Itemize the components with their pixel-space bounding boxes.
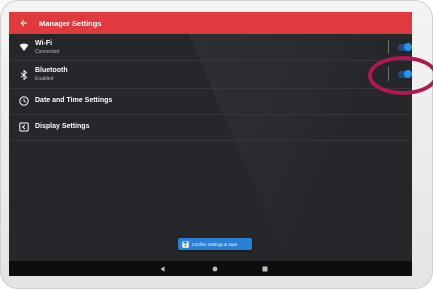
annotation-highlight-circle — [368, 56, 433, 95]
bluetooth-icon — [19, 70, 29, 80]
wifi-title: Wi-Fi — [35, 40, 53, 47]
save-icon — [182, 240, 189, 248]
wifi-icon — [19, 42, 29, 52]
wifi-status: Connected — [35, 49, 60, 55]
app-bar: Manager Settings — [9, 12, 412, 34]
wifi-toggle[interactable] — [398, 43, 412, 51]
date-time-title: Date and Time Settings — [35, 97, 113, 104]
bluetooth-status: Enabled — [35, 76, 54, 82]
page-title: Manager Settings — [39, 18, 102, 28]
display-icon — [19, 122, 29, 132]
settings-row-wifi[interactable]: Wi-Fi Connected — [9, 34, 412, 61]
nav-recents-icon[interactable] — [260, 264, 270, 273]
display-title: Display Settings — [35, 123, 90, 130]
nav-home-icon[interactable] — [210, 264, 220, 273]
bluetooth-title: Bluetooth — [35, 67, 68, 74]
settings-row-display[interactable]: Display Settings — [9, 115, 412, 141]
settings-row-date-time[interactable]: Date and Time Settings — [9, 89, 412, 115]
settings-row-bluetooth[interactable]: Bluetooth Enabled — [9, 61, 412, 89]
clock-icon — [19, 96, 29, 106]
back-arrow-icon[interactable] — [13, 12, 35, 34]
tablet-frame: Manager Settings Wi-Fi Connected Bluetoo… — [0, 0, 433, 289]
confirm-button-label: Confirm Settings & Save — [192, 241, 238, 247]
confirm-settings-save-button[interactable]: Confirm Settings & Save — [178, 238, 252, 250]
row-divider — [388, 40, 389, 54]
system-nav-bar — [9, 261, 412, 276]
nav-back-icon[interactable] — [157, 264, 167, 273]
screen: Manager Settings Wi-Fi Connected Bluetoo… — [9, 12, 412, 276]
toggle-knob — [404, 43, 412, 51]
